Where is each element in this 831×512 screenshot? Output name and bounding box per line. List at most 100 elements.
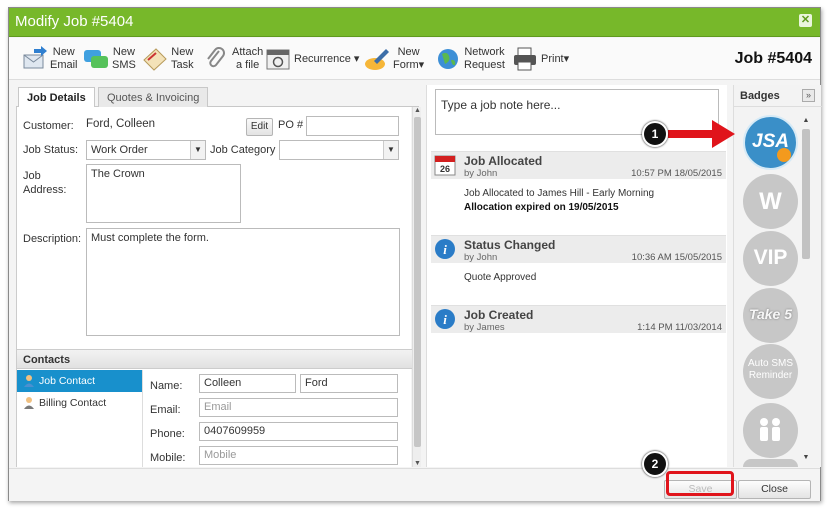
note-body-text: Job Allocated to James Hill - Early Morn…: [464, 188, 655, 199]
note-body: Quote Approved: [431, 263, 726, 285]
title-bar: Modify Job #5404 ✕: [9, 8, 820, 37]
scroll-down-icon[interactable]: ▼: [413, 460, 422, 467]
save-highlight-box: [666, 471, 734, 496]
info-icon: i: [435, 309, 455, 329]
job-status-label: Job Status:: [23, 144, 79, 156]
edit-customer-button[interactable]: Edit: [246, 118, 273, 136]
attach-file-button[interactable]: Attach a file: [203, 44, 263, 74]
person-icon: [24, 397, 34, 409]
badge-w[interactable]: W: [743, 174, 798, 229]
scroll-up-icon[interactable]: ▲: [800, 117, 812, 124]
callout-arrow-icon: [668, 120, 735, 148]
recurrence-label: Recurrence: [294, 52, 351, 65]
callout-marker-1: 1: [642, 121, 668, 147]
badge-partial: [743, 459, 798, 467]
phone-input[interactable]: 0407609959: [199, 422, 398, 441]
window-title: Modify Job #5404: [15, 13, 134, 30]
badge-vip[interactable]: VIP: [743, 231, 798, 286]
job-status-value: Work Order: [91, 144, 148, 156]
contact-item-billing-contact[interactable]: Billing Contact: [17, 392, 142, 414]
job-address-label: Job Address:: [23, 169, 66, 197]
note-timestamp: 10:57 PM 18/05/2015: [631, 168, 722, 179]
job-contact-label: Job Contact: [39, 375, 96, 387]
job-address-label-1: Job: [23, 170, 41, 182]
billing-contact-label: Billing Contact: [39, 397, 107, 409]
note-title: Job Allocated: [464, 154, 543, 168]
tab-bar: Job Details Quotes & Invoicing: [16, 85, 419, 108]
badge-take-5-label: Take 5: [748, 306, 793, 322]
new-sms-label-1: New: [112, 46, 135, 58]
badge-jsa[interactable]: JSA: [743, 115, 798, 170]
po-number-input[interactable]: [306, 116, 399, 136]
badge-people[interactable]: [743, 403, 798, 458]
new-task-label-1: New: [171, 46, 194, 58]
email-input[interactable]: Email: [199, 398, 398, 417]
mobile-input[interactable]: Mobile: [199, 446, 398, 465]
tab-quotes-invoicing[interactable]: Quotes & Invoicing: [98, 87, 209, 107]
sms-icon: [83, 46, 109, 72]
job-address-textarea[interactable]: The Crown: [86, 164, 241, 223]
note-timestamp: 1:14 PM 11/03/2014: [637, 322, 722, 333]
toolbar: New Email New SMS New Task Attach a file Rec…: [9, 38, 820, 80]
expand-badges-icon[interactable]: »: [802, 89, 815, 102]
note-body-bold-text: Allocation expired on 19/05/2015: [464, 202, 619, 213]
description-textarea[interactable]: Must complete the form.: [86, 228, 400, 336]
globe-icon: [435, 46, 461, 72]
recurrence-button[interactable]: Recurrence ▾: [265, 44, 359, 74]
job-category-label: Job Category: [210, 144, 276, 156]
customer-label: Customer:: [23, 120, 74, 132]
badges-scrollbar[interactable]: ▲ ▼: [800, 117, 812, 461]
description-label: Description:: [23, 233, 82, 245]
badge-take-5[interactable]: Take 5: [743, 288, 798, 343]
new-form-label-2: Form: [393, 59, 419, 71]
printer-icon: [512, 46, 538, 72]
scroll-up-icon[interactable]: ▲: [413, 107, 422, 114]
chevron-down-icon: ▼: [190, 141, 205, 159]
note-entry: 26 Job Allocated by John 10:57 PM 18/05/…: [431, 151, 726, 215]
job-status-select[interactable]: Work Order ▼: [86, 140, 206, 160]
job-details-form: Customer: Ford, Colleen Edit PO # Job St…: [16, 107, 412, 467]
job-number-heading: Job #5404: [734, 50, 812, 67]
new-task-label-2: Task: [171, 59, 194, 71]
chevron-down-icon: ▼: [383, 141, 398, 159]
note-title: Job Created: [464, 308, 534, 322]
mobile-label: Mobile:: [150, 452, 186, 464]
network-request-label-1: Network: [464, 46, 505, 58]
attach-file-label-1: Attach: [232, 46, 264, 58]
phone-label: Phone:: [150, 428, 185, 440]
new-task-button[interactable]: New Task: [142, 44, 194, 74]
scrollbar-thumb[interactable]: [414, 117, 421, 447]
last-name-input[interactable]: Ford: [300, 374, 398, 393]
first-name-input[interactable]: Colleen: [199, 374, 296, 393]
close-icon[interactable]: ✕: [799, 14, 812, 27]
form-scrollbar[interactable]: ▲ ▼: [412, 107, 421, 467]
badges-scrollbar-thumb[interactable]: [802, 129, 810, 259]
new-email-label-2: Email: [50, 59, 78, 71]
badge-w-label: W: [759, 188, 782, 215]
new-email-button[interactable]: New Email: [21, 44, 78, 74]
note-body-text: Quote Approved: [464, 272, 537, 283]
email-label: Email:: [150, 404, 181, 416]
calendar-icon: 26: [434, 155, 456, 176]
job-category-select[interactable]: ▼: [279, 140, 399, 160]
contact-item-job-contact[interactable]: Job Contact: [17, 370, 142, 392]
recurrence-icon: [265, 46, 291, 72]
note-author: by James: [464, 322, 505, 333]
note-author: by John: [464, 252, 498, 263]
new-form-button[interactable]: New Form▾: [364, 44, 424, 74]
scroll-down-icon[interactable]: ▼: [800, 454, 812, 461]
svg-text:i: i: [443, 242, 447, 257]
network-request-button[interactable]: Network Request: [435, 44, 505, 74]
new-sms-button[interactable]: New SMS: [83, 44, 136, 74]
calendar-icon-day: 26: [440, 164, 450, 174]
note-title: Status Changed: [464, 238, 556, 252]
new-email-label-1: New: [52, 46, 75, 58]
badge-auto-sms-reminder[interactable]: Auto SMS Reminder: [743, 344, 798, 399]
callout-marker-2: 2: [642, 451, 668, 477]
tab-job-details[interactable]: Job Details: [18, 87, 95, 108]
contacts-header: Contacts: [17, 349, 412, 369]
paperclip-icon: [203, 46, 229, 72]
close-button[interactable]: Close: [738, 480, 811, 499]
po-label: PO #: [278, 119, 304, 131]
print-button[interactable]: Print▾: [512, 44, 569, 74]
